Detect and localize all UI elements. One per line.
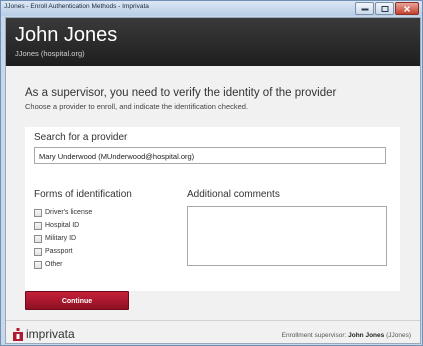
id-option-hospital-id[interactable]: Hospital ID	[34, 219, 92, 232]
application-window: JJones - Enroll Authentication Methods -…	[0, 0, 423, 346]
imprivata-logo: imprivata	[13, 327, 75, 341]
user-name: John Jones	[15, 24, 118, 46]
logo-text: imprivata	[26, 327, 75, 341]
drivers-license-checkbox[interactable]	[34, 208, 42, 217]
maximize-icon	[381, 5, 388, 12]
supervisor-id: (JJones)	[386, 332, 411, 339]
passport-checkbox[interactable]	[34, 247, 42, 256]
window-controls	[355, 2, 419, 15]
passport-label: Passport	[45, 248, 73, 255]
comments-textarea[interactable]	[187, 206, 387, 266]
military-id-label: Military ID	[45, 235, 77, 242]
search-label: Search for a provider	[34, 132, 128, 143]
id-option-other[interactable]: Other	[34, 258, 92, 271]
identification-label: Forms of identification	[34, 189, 132, 200]
drivers-license-label: Driver's license	[45, 209, 93, 216]
footer-divider	[6, 320, 420, 321]
user-id: JJones (hospital.org)	[15, 49, 85, 58]
user-header: John Jones JJones (hospital.org)	[6, 18, 420, 66]
window-title: JJones - Enroll Authentication Methods -…	[4, 3, 149, 10]
page-heading: As a supervisor, you need to verify the …	[25, 87, 337, 99]
hospital-id-checkbox[interactable]	[34, 221, 42, 230]
id-option-military-id[interactable]: Military ID	[34, 232, 92, 245]
title-bar[interactable]: JJones - Enroll Authentication Methods -…	[1, 1, 422, 16]
identification-options: Driver's license Hospital ID Military ID…	[34, 206, 92, 271]
comments-label: Additional comments	[187, 189, 280, 200]
other-label: Other	[45, 261, 63, 268]
minimize-icon	[361, 8, 368, 10]
close-icon	[404, 5, 410, 12]
enrollment-form: Search for a provider Mary Underwood (MU…	[25, 127, 400, 291]
military-id-checkbox[interactable]	[34, 234, 42, 243]
id-option-drivers-license[interactable]: Driver's license	[34, 206, 92, 219]
enrollment-supervisor-info: Enrollment supervisor: John Jones (JJone…	[282, 332, 411, 339]
continue-button[interactable]: Continue	[25, 291, 129, 310]
close-button[interactable]	[395, 2, 419, 15]
maximize-button[interactable]	[375, 2, 394, 15]
hospital-id-label: Hospital ID	[45, 222, 80, 229]
supervisor-name: John Jones	[348, 332, 385, 339]
supervisor-prefix: Enrollment supervisor:	[281, 332, 347, 339]
page-subheading: Choose a provider to enroll, and indicat…	[25, 102, 249, 111]
id-option-passport[interactable]: Passport	[34, 245, 92, 258]
provider-search-input[interactable]: Mary Underwood (MUnderwood@hospital.org)	[34, 147, 386, 164]
minimize-button[interactable]	[355, 2, 374, 15]
app-content: John Jones JJones (hospital.org) As a su…	[5, 17, 421, 344]
other-checkbox[interactable]	[34, 260, 42, 269]
imprivata-logo-icon	[13, 327, 23, 341]
